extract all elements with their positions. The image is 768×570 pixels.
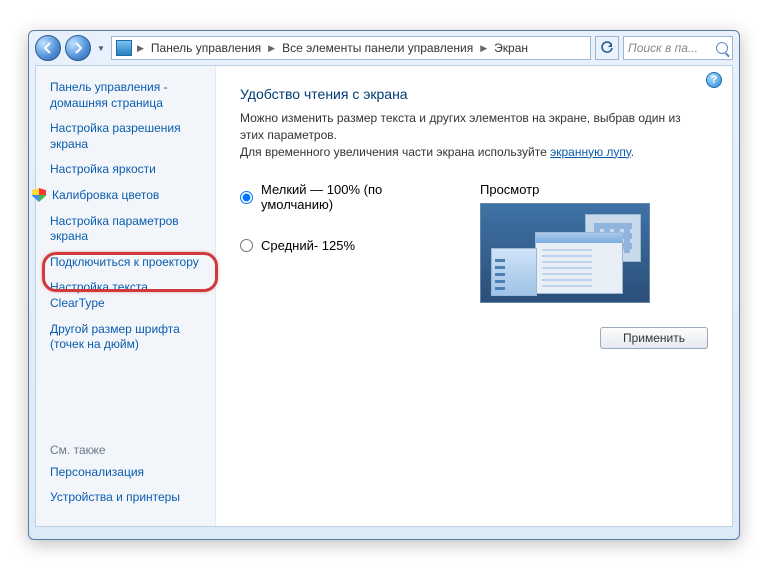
page-description: Можно изменить размер текста и других эл… (240, 110, 708, 160)
breadcrumb-part[interactable]: Все элементы панели управления (280, 41, 475, 55)
radio-option-medium[interactable]: Средний- 125% (240, 238, 450, 253)
page-title: Удобство чтения с экрана (240, 86, 708, 102)
search-input[interactable]: Поиск в па... (623, 36, 733, 60)
sidebar: Панель управления - домашняя страница На… (36, 66, 216, 526)
forward-button[interactable] (65, 35, 91, 61)
radio-small-label: Мелкий — 100% (по умолчанию) (261, 182, 450, 212)
desc-line2-suffix: . (631, 145, 634, 159)
breadcrumb-part[interactable]: Экран (492, 41, 530, 55)
preview-label: Просмотр (480, 182, 650, 197)
nav-history-dropdown[interactable]: ▼ (95, 38, 107, 58)
search-icon (716, 42, 728, 54)
chevron-right-icon: ▶ (478, 43, 489, 54)
sidebar-item-resolution[interactable]: Настройка разрешения экрана (50, 121, 205, 152)
sidebar-item-projector[interactable]: Подключиться к проектору (50, 255, 205, 271)
sidebar-item-dpi[interactable]: Другой размер шрифта (точек на дюйм) (50, 322, 205, 353)
radio-small[interactable] (240, 191, 253, 204)
chevron-right-icon: ▶ (266, 43, 277, 54)
control-panel-window: ▼ ▶ Панель управления ▶ Все элементы пан… (28, 30, 740, 540)
radio-option-small[interactable]: Мелкий — 100% (по умолчанию) (240, 182, 450, 212)
sidebar-see-also-personalization[interactable]: Персонализация (50, 465, 205, 481)
preview-image (480, 203, 650, 303)
desc-line2-prefix: Для временного увеличения части экрана и… (240, 145, 550, 159)
back-button[interactable] (35, 35, 61, 61)
breadcrumb-part[interactable]: Панель управления (149, 41, 263, 55)
sidebar-home-link[interactable]: Панель управления - домашняя страница (50, 80, 205, 111)
search-placeholder: Поиск в па... (628, 41, 698, 55)
sidebar-item-cleartype[interactable]: Настройка текста ClearType (50, 280, 205, 311)
see-also-heading: См. также (50, 443, 205, 457)
shield-icon (32, 188, 46, 202)
address-bar[interactable]: ▶ Панель управления ▶ Все элементы панел… (111, 36, 591, 60)
desc-line1: Можно изменить размер текста и других эл… (240, 111, 681, 142)
sidebar-item-label: Калибровка цветов (52, 188, 159, 204)
apply-button[interactable]: Применить (600, 327, 708, 349)
control-panel-icon (116, 40, 132, 56)
refresh-button[interactable] (595, 36, 619, 60)
sidebar-item-calibration[interactable]: Калибровка цветов (50, 188, 205, 204)
chevron-right-icon: ▶ (135, 43, 146, 54)
sidebar-see-also-devices[interactable]: Устройства и принтеры (50, 490, 205, 506)
help-icon[interactable]: ? (706, 72, 722, 88)
sidebar-item-display-settings[interactable]: Настройка параметров экрана (50, 214, 205, 245)
sidebar-item-brightness[interactable]: Настройка яркости (50, 162, 205, 178)
nav-bar: ▼ ▶ Панель управления ▶ Все элементы пан… (29, 31, 739, 65)
client-area: Панель управления - домашняя страница На… (35, 65, 733, 527)
radio-medium[interactable] (240, 239, 253, 252)
magnifier-link[interactable]: экранную лупу (550, 145, 631, 159)
radio-medium-label: Средний- 125% (261, 238, 355, 253)
main-content: ? Удобство чтения с экрана Можно изменит… (216, 66, 732, 526)
